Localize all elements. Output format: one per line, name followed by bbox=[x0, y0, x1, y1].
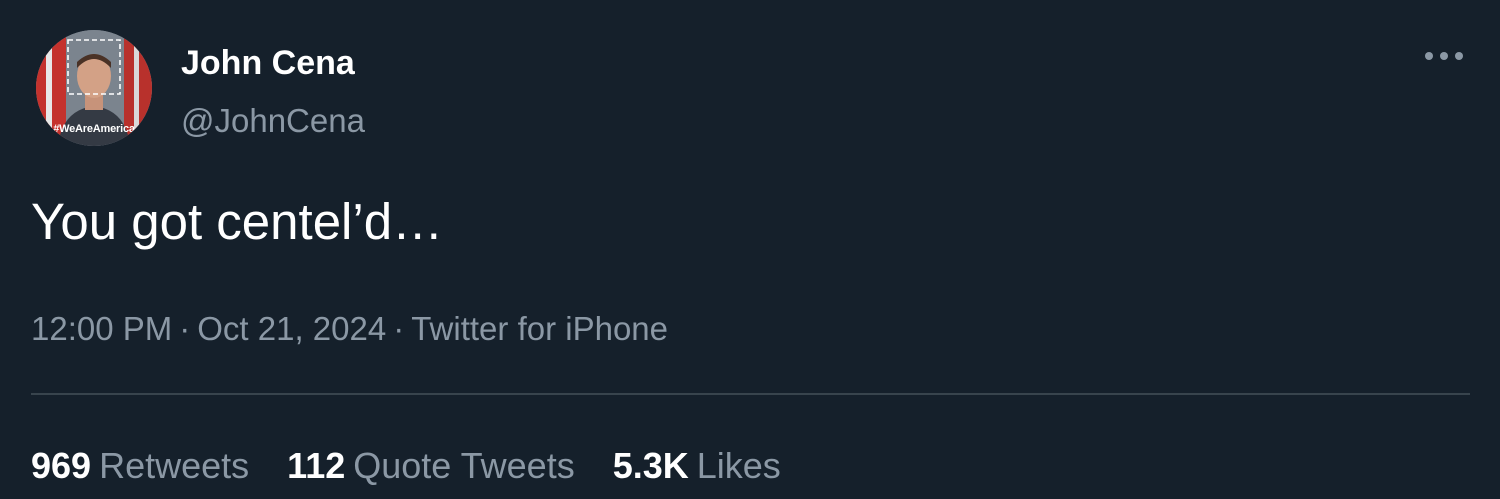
quote-tweets-label: Quote Tweets bbox=[353, 445, 575, 486]
quote-tweets-count: 112 bbox=[287, 445, 346, 486]
avatar-hashtag: #WeAreAmerica bbox=[53, 123, 135, 135]
tweet-detail: #WeAreAmerica John Cena @JohnCena You go… bbox=[0, 0, 1500, 499]
author-handle[interactable]: @JohnCena bbox=[181, 102, 365, 140]
tweet-metadata: 12:00 PM · Oct 21, 2024 · Twitter for iPhone bbox=[31, 310, 668, 348]
likes-label: Likes bbox=[696, 445, 781, 486]
avatar[interactable]: #WeAreAmerica bbox=[36, 30, 152, 146]
meta-separator: · bbox=[179, 310, 191, 347]
retweets-label: Retweets bbox=[99, 445, 250, 486]
retweets-stat[interactable]: 969 Retweets bbox=[31, 445, 249, 487]
divider bbox=[31, 393, 1470, 395]
quote-tweets-stat[interactable]: 112 Quote Tweets bbox=[287, 445, 575, 487]
tweet-date[interactable]: Oct 21, 2024 bbox=[197, 310, 386, 348]
retweets-count: 969 bbox=[31, 445, 92, 486]
author-display-name[interactable]: John Cena bbox=[181, 44, 355, 83]
tweet-text: You got centel’d… bbox=[31, 193, 444, 250]
meta-separator: · bbox=[393, 310, 405, 347]
engagement-stats: 969 Retweets 112 Quote Tweets 5.3K Likes bbox=[31, 445, 819, 487]
more-horizontal-icon bbox=[1425, 52, 1463, 60]
likes-count: 5.3K bbox=[612, 445, 689, 486]
more-options-button[interactable] bbox=[1418, 40, 1470, 72]
tweet-time[interactable]: 12:00 PM bbox=[31, 310, 172, 348]
likes-stat[interactable]: 5.3K Likes bbox=[613, 445, 781, 487]
tweet-source[interactable]: Twitter for iPhone bbox=[411, 310, 668, 348]
